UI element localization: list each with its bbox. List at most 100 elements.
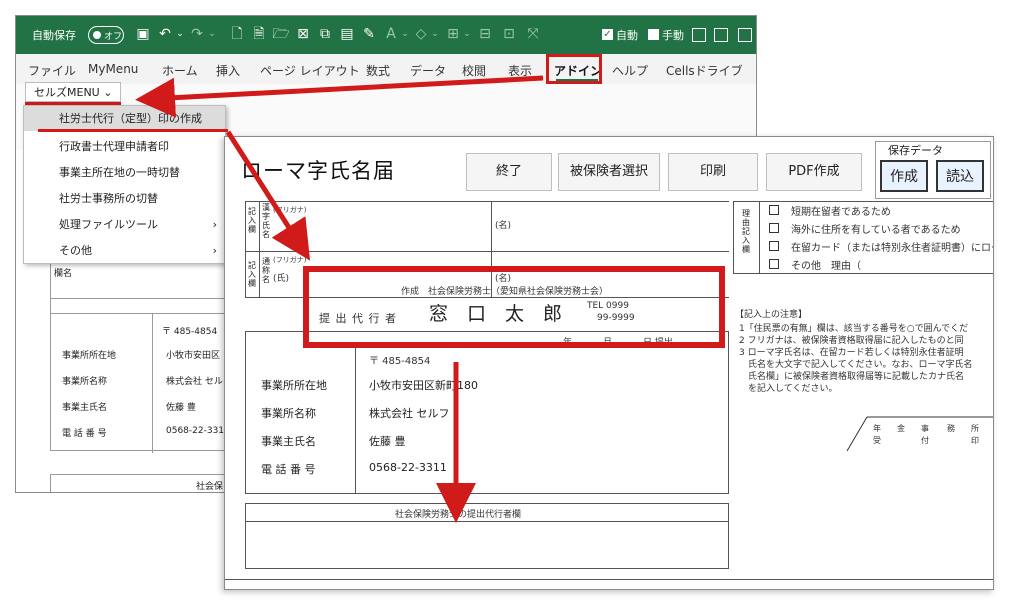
sheet-value-owner: 佐藤 豊 — [166, 403, 196, 413]
menu-formulas[interactable]: 数式 — [366, 62, 390, 79]
sheet-line — [152, 313, 153, 453]
employer-label-address: 事業所所在地 — [261, 379, 327, 392]
menu-review[interactable]: 校閲 — [462, 62, 486, 79]
employer-value-owner: 佐藤 豊 — [369, 435, 406, 448]
form-line — [245, 493, 729, 494]
menu-item-underline — [38, 129, 228, 132]
form-line — [355, 347, 356, 493]
menu-item-label: その他 — [59, 244, 92, 257]
menu-item-label: 社労士事務所の切替 — [59, 192, 158, 205]
chevron-right-icon: › — [212, 244, 217, 257]
manual-calc-checkbox[interactable] — [648, 29, 659, 40]
employer-label-owner: 事業主氏名 — [261, 435, 316, 448]
window-layout-icon[interactable] — [692, 28, 706, 42]
select-insured-button[interactable]: 被保険者選択 — [558, 153, 660, 191]
employer-value-company: 株式会社 セルフ — [369, 407, 450, 420]
form-line — [728, 331, 729, 493]
menu-data[interactable]: データ — [410, 62, 446, 79]
cells-menu-button[interactable]: セルズMENU ⌄ — [25, 82, 121, 102]
chevron-right-icon: › — [212, 218, 217, 231]
menu-item-label: 処理ファイルツール — [59, 218, 158, 231]
chevron-down-icon: ⌄ — [103, 86, 113, 99]
end-button[interactable]: 終了 — [466, 153, 552, 191]
reason-checkbox-other[interactable] — [769, 259, 779, 269]
manual-calc-label: 手動 — [662, 29, 684, 42]
notes-heading: 【記入上の注意】 — [735, 310, 808, 320]
sheet-value-address: 小牧市安田区 — [166, 351, 221, 361]
menu-help[interactable]: ヘルプ — [612, 62, 648, 79]
menu-page-layout[interactable]: ページ レイアウト — [260, 62, 360, 79]
menu-item-gyosei-stamp[interactable]: 行政書士代理申請者印 — [24, 134, 225, 159]
new-from-template-icon[interactable]: 🗎 — [250, 25, 268, 43]
stamp-char: 所 — [971, 424, 979, 433]
menu-item-file-tools[interactable]: 処理ファイルツール › — [24, 212, 225, 237]
picture-icon[interactable]: ⊠ — [294, 25, 312, 43]
cells-menu-dropdown: 社労士代行（定型）印の作成 行政書士代理申請者印 事業主所在地の一時切替 社労士… — [23, 105, 228, 264]
sheet-label-company: 事業所名称 — [62, 377, 108, 387]
open-folder-icon[interactable]: 🗁 — [272, 25, 290, 43]
border-dropdown-icon[interactable]: ⌄ — [458, 25, 476, 43]
format-icon[interactable]: ▤ — [338, 25, 356, 43]
sheet-label-address: 事業所所在地 — [62, 351, 117, 361]
stamp-char: 務 — [947, 424, 955, 433]
form-line — [245, 251, 729, 252]
reason-checkbox-short-stay[interactable] — [769, 205, 779, 215]
form-line — [259, 201, 260, 297]
employer-label-company: 事業所名称 — [261, 407, 316, 420]
menu-file[interactable]: ファイル — [28, 62, 76, 79]
form-line — [245, 331, 246, 493]
sheet-postal: 〒 485-4854 — [162, 327, 218, 337]
form-line — [759, 201, 760, 273]
sheet-line — [50, 474, 51, 492]
menu-insert[interactable]: 挿入 — [216, 62, 240, 79]
merge-cells-icon[interactable]: ⊟ — [476, 25, 494, 43]
sheet-footer-label: 社会保 — [196, 482, 224, 492]
auto-calc-label: 自動 — [616, 29, 638, 42]
clear-format-icon[interactable]: ⤧ — [524, 25, 542, 43]
menu-cells-drive[interactable]: Cellsドライブ — [666, 62, 743, 79]
paste-icon[interactable]: ⧉ — [316, 25, 334, 43]
sheet-value-phone: 0568-22-331 — [166, 426, 225, 436]
autosave-label: 自動保存 — [32, 29, 76, 42]
form-line — [733, 273, 993, 274]
menu-home[interactable]: ホーム — [162, 62, 198, 79]
reason-residence-card: 在留カード（または特別永住者証明書）にロー — [791, 243, 994, 254]
name-row-side-label: 記入欄 — [248, 207, 256, 234]
split-cells-icon[interactable]: ⊡ — [500, 25, 518, 43]
menu-item-label: 事業主所在地の一時切替 — [59, 166, 180, 179]
redo-dropdown-icon[interactable]: ⌄ — [203, 25, 221, 43]
menu-item-sharoushi-stamp[interactable]: 社労士代行（定型）印の作成 — [24, 106, 225, 131]
sheet-value-company: 株式会社 セル — [166, 377, 223, 387]
sheet-view-icon[interactable] — [738, 28, 752, 42]
save-icon[interactable]: ▣ — [134, 25, 152, 43]
menu-mymenu[interactable]: MyMenu — [88, 62, 138, 76]
menu-item-switch-office[interactable]: 社労士事務所の切替 — [24, 186, 225, 211]
employer-postal: 〒 485-4854 — [369, 356, 431, 367]
form-line — [245, 201, 246, 297]
alias-row-side-label: 記入欄 — [248, 261, 256, 288]
stamp-char: 印 — [971, 436, 979, 445]
print-button[interactable]: 印刷 — [668, 153, 758, 191]
menu-item-other[interactable]: その他 › — [24, 238, 225, 263]
note-line: を記入してください。 — [739, 384, 838, 394]
format-painter-icon[interactable]: ✎ — [360, 25, 378, 43]
grid-view-icon[interactable] — [714, 28, 728, 42]
new-file-icon[interactable]: 🗋 — [228, 25, 246, 43]
create-data-button[interactable]: 作成 — [880, 160, 928, 192]
pdf-create-button[interactable]: PDF作成 — [766, 153, 862, 191]
reason-short-stay: 短期在留者であるため — [791, 207, 891, 218]
autosave-toggle[interactable]: オフ — [88, 26, 124, 44]
employer-label-phone: 電 話 番 号 — [261, 463, 316, 476]
save-data-label: 保存データ — [888, 144, 943, 157]
reason-checkbox-overseas[interactable] — [769, 223, 779, 233]
menu-item-switch-address[interactable]: 事業主所在地の一時切替 — [24, 160, 225, 185]
fill-color-dropdown-icon[interactable]: ⌄ — [426, 25, 444, 43]
load-data-button[interactable]: 読込 — [936, 160, 984, 192]
form-line — [225, 579, 993, 580]
reason-checkbox-residence-card[interactable] — [769, 241, 779, 251]
undo-dropdown-icon[interactable]: ⌄ — [171, 25, 189, 43]
menu-bar: ファイル MyMenu ホーム 挿入 ページ レイアウト 数式 データ 校閲 表… — [16, 54, 756, 84]
menu-view[interactable]: 表示 — [508, 62, 532, 79]
form-line — [733, 201, 993, 202]
auto-calc-checkbox[interactable]: ✓ — [602, 29, 613, 40]
